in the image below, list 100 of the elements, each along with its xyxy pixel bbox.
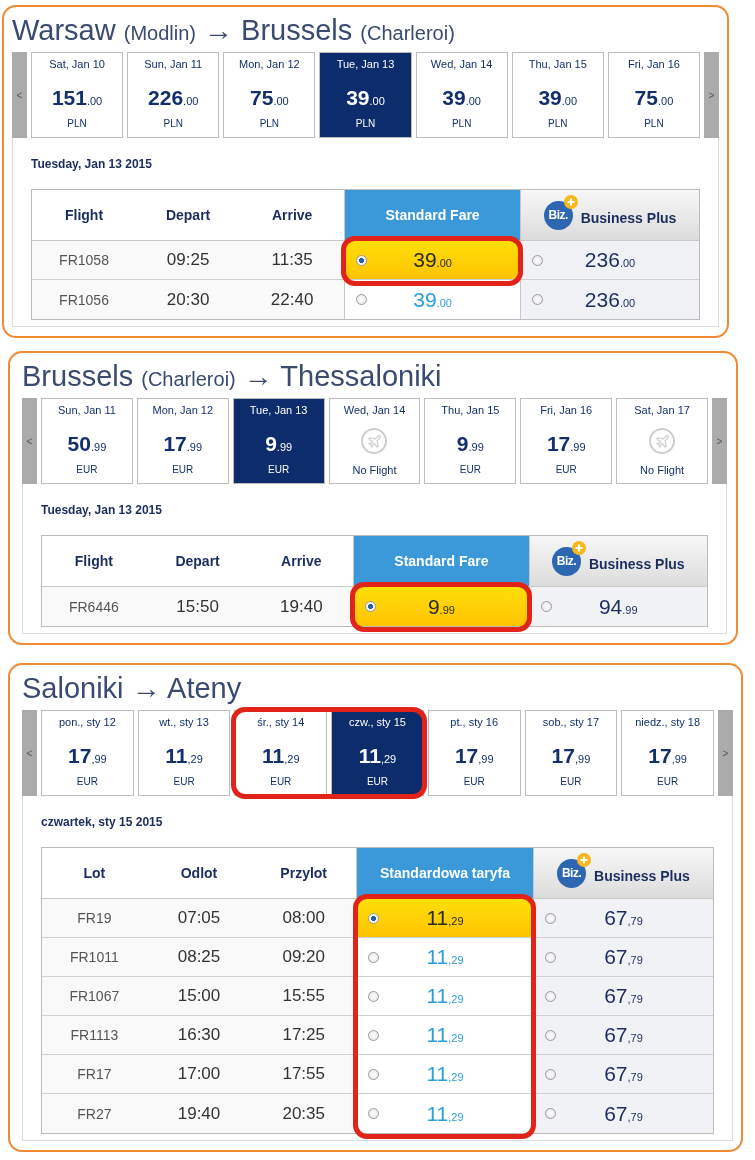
table-cell: 20:30 <box>136 280 241 319</box>
currency-label: EUR <box>268 463 290 477</box>
radio-button[interactable] <box>368 912 380 924</box>
date-card[interactable]: Sun, Jan 11 50.99 EUR <box>41 398 133 484</box>
date-card[interactable]: Tue, Jan 13 39.00 PLN <box>319 52 412 138</box>
table-cell: FR1113 <box>42 1016 147 1055</box>
fare-price: 67,79 <box>603 1101 644 1126</box>
table-cell: 15:50 <box>145 587 250 626</box>
table-cell: FR17 <box>42 1055 147 1094</box>
date-card[interactable]: pt., sty 16 17,99 EUR <box>427 710 521 796</box>
fare-cell[interactable]: 67,79 <box>532 899 713 938</box>
date-label: Wed, Jan 14 <box>343 403 406 417</box>
date-label: czw., sty 15 <box>349 715 406 729</box>
date-card[interactable]: Sat, Jan 17 No Flight <box>616 398 708 484</box>
fare-price: 67,79 <box>603 945 644 969</box>
plus-icon <box>577 852 592 867</box>
fare-price: 11,29 <box>262 744 300 769</box>
fare-price: 11,29 <box>425 984 465 1008</box>
date-card[interactable]: Mon, Jan 12 17.99 EUR <box>136 398 229 484</box>
radio-button[interactable] <box>356 294 368 305</box>
radio-button[interactable] <box>544 1108 556 1119</box>
date-card[interactable]: Thu, Jan 15 9.99 EUR <box>424 398 517 484</box>
radio-button[interactable] <box>532 294 543 305</box>
date-label: Tue, Jan 13 <box>336 57 395 71</box>
radio-button[interactable] <box>544 990 556 1002</box>
fare-price: 9.99 <box>426 594 456 619</box>
fare-cell[interactable]: 11,29 <box>356 899 533 938</box>
radio-button[interactable] <box>356 254 368 266</box>
date-card[interactable]: czw., sty 15 11,29 EUR <box>331 710 424 796</box>
plus-icon <box>571 540 586 555</box>
radio-button[interactable] <box>544 951 556 963</box>
date-card[interactable]: Mon, Jan 12 75.00 PLN <box>223 52 316 138</box>
table-cell: 15:00 <box>146 977 252 1016</box>
radio-button[interactable] <box>368 1029 380 1041</box>
radio-button[interactable] <box>544 912 556 924</box>
fare-cell[interactable]: 236.00 <box>520 241 699 280</box>
table-cell: 08:25 <box>146 938 252 977</box>
date-card[interactable]: Fri, Jan 16 75.00 PLN <box>607 52 700 138</box>
date-card[interactable]: Tue, Jan 13 9.99 EUR <box>232 398 325 484</box>
date-card[interactable]: wt., sty 13 11,29 EUR <box>137 710 231 796</box>
currency-label: EUR <box>463 775 485 789</box>
currency-label: PLN <box>67 117 87 131</box>
currency-label: EUR <box>657 775 679 789</box>
fare-price: 94.99 <box>597 594 639 619</box>
radio-button[interactable] <box>368 1108 380 1119</box>
radio-button[interactable] <box>368 1068 380 1080</box>
table-cell: FR19 <box>42 899 147 938</box>
currency-label: PLN <box>259 117 280 131</box>
radio-button[interactable] <box>540 601 552 612</box>
radio-button[interactable] <box>532 254 543 266</box>
date-card[interactable]: Sun, Jan 11 226.00 PLN <box>127 52 220 138</box>
date-heading: czwartek, sty 15 2015 <box>41 814 164 830</box>
fare-price: 11,29 <box>425 945 465 969</box>
date-label: niedz., sty 18 <box>635 715 701 729</box>
fare-cell[interactable]: 39.00 <box>344 241 520 280</box>
date-card[interactable]: sob., sty 17 17,99 EUR <box>524 710 618 796</box>
fare-price: 67,79 <box>603 1023 644 1047</box>
date-card[interactable]: pon., sty 12 17,99 EUR <box>41 710 134 796</box>
column-header-label: Business Plus <box>580 209 677 226</box>
logo-badge: Biz. <box>557 858 587 888</box>
table-cell: 19:40 <box>249 587 354 626</box>
radio-button[interactable] <box>368 990 380 1002</box>
date-card[interactable]: Wed, Jan 14 No Flight <box>328 398 421 484</box>
table-cell: 22:40 <box>240 280 345 319</box>
table-cell: FR6446 <box>42 587 146 626</box>
table-cell: FR1056 <box>32 280 137 319</box>
fare-price: 11,29 <box>425 906 465 930</box>
date-label: Mon, Jan 12 <box>239 57 300 71</box>
route-title: Saloniki → Ateny <box>22 671 243 706</box>
date-card[interactable]: Sat, Jan 10 151.00 PLN <box>31 52 124 138</box>
fare-price: 17,99 <box>68 744 107 769</box>
fare-price: 17,99 <box>551 744 591 769</box>
fare-price: 17.99 <box>163 432 203 457</box>
fare-cell[interactable]: 94.99 <box>528 587 707 626</box>
plane-icon <box>649 428 676 454</box>
date-label: wt., sty 13 <box>159 715 209 729</box>
radio-button[interactable] <box>544 1068 556 1080</box>
date-label: Tue, Jan 13 <box>249 403 308 417</box>
date-card[interactable]: Fri, Jan 16 17.99 EUR <box>520 398 613 484</box>
date-card[interactable]: niedz., sty 18 17,99 EUR <box>621 710 714 796</box>
date-label: Fri, Jan 16 <box>540 403 593 417</box>
fare-price: 39.00 <box>412 287 453 312</box>
date-label: śr., sty 14 <box>257 715 305 729</box>
column-header-label: Business Plus <box>594 867 690 884</box>
fare-cell[interactable]: 9.99 <box>353 587 529 626</box>
date-card[interactable]: Wed, Jan 14 39.00 PLN <box>415 52 508 138</box>
fare-price: 17.99 <box>546 432 586 457</box>
date-label: Mon, Jan 12 <box>152 403 214 417</box>
currency-label: EUR <box>555 463 577 477</box>
date-card[interactable]: Thu, Jan 15 39.00 PLN <box>511 52 604 138</box>
date-card[interactable]: śr., sty 14 11,29 EUR <box>234 710 328 796</box>
fare-cell[interactable]: 67,79 <box>532 1094 713 1133</box>
radio-button[interactable] <box>365 601 377 612</box>
date-heading: Tuesday, Jan 13 2015 <box>31 156 153 172</box>
fare-cell[interactable]: 236.00 <box>520 280 699 319</box>
radio-button[interactable] <box>544 1029 556 1041</box>
fare-price: 9.99 <box>265 432 293 457</box>
radio-button[interactable] <box>368 951 380 963</box>
fare-price: 236.00 <box>583 287 637 312</box>
currency-label: EUR <box>366 775 389 789</box>
